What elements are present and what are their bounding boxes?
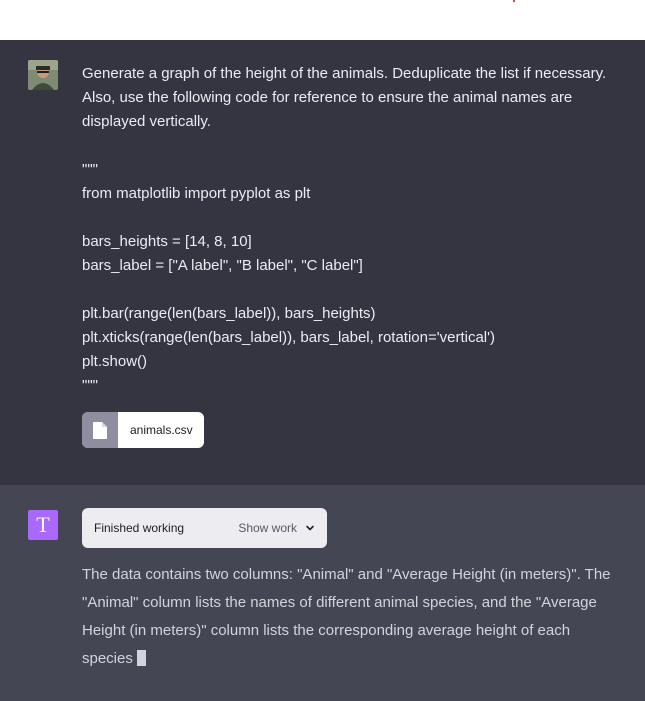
user-message: Generate a graph of the height of the an… [0, 40, 645, 486]
user-avatar-icon [28, 60, 58, 90]
code-line: bars_heights = [14, 8, 10] [82, 233, 252, 250]
code-line: from matplotlib import pyplot as plt [82, 185, 311, 202]
show-work-label: Show work [238, 521, 297, 535]
typing-cursor [136, 650, 146, 666]
prompt-paragraph: Generate a graph of the height of the an… [82, 65, 607, 130]
file-icon [82, 412, 118, 448]
attachment-filename: animals.csv [130, 423, 193, 437]
code-line: plt.show() [82, 353, 148, 370]
assistant-response: The data contains two columns: "Animal" … [82, 561, 612, 673]
top-bar [0, 0, 645, 40]
user-message-text: Generate a graph of the height of the an… [82, 62, 622, 398]
chevron-down-icon [306, 525, 314, 531]
code-line: plt.xticks(range(len(bars_label)), bars_… [82, 329, 495, 346]
red-dot-marker [513, 0, 515, 2]
assistant-message: T Finished working Show work The data co… [0, 485, 645, 701]
show-work-button[interactable]: Show work [238, 521, 315, 535]
assistant-avatar: T [28, 510, 58, 540]
file-attachment[interactable]: animals.csv [82, 412, 204, 448]
assistant-response-text: The data contains two columns: "Animal" … [82, 566, 611, 667]
code-interpreter-status: Finished working Show work [82, 508, 327, 548]
status-label: Finished working [94, 521, 185, 535]
code-line: """ [82, 377, 98, 394]
code-line: plt.bar(range(len(bars_label)), bars_hei… [82, 305, 376, 322]
code-line: """ [82, 161, 98, 178]
code-line: bars_label = ["A label", "B label", "C l… [82, 257, 363, 274]
